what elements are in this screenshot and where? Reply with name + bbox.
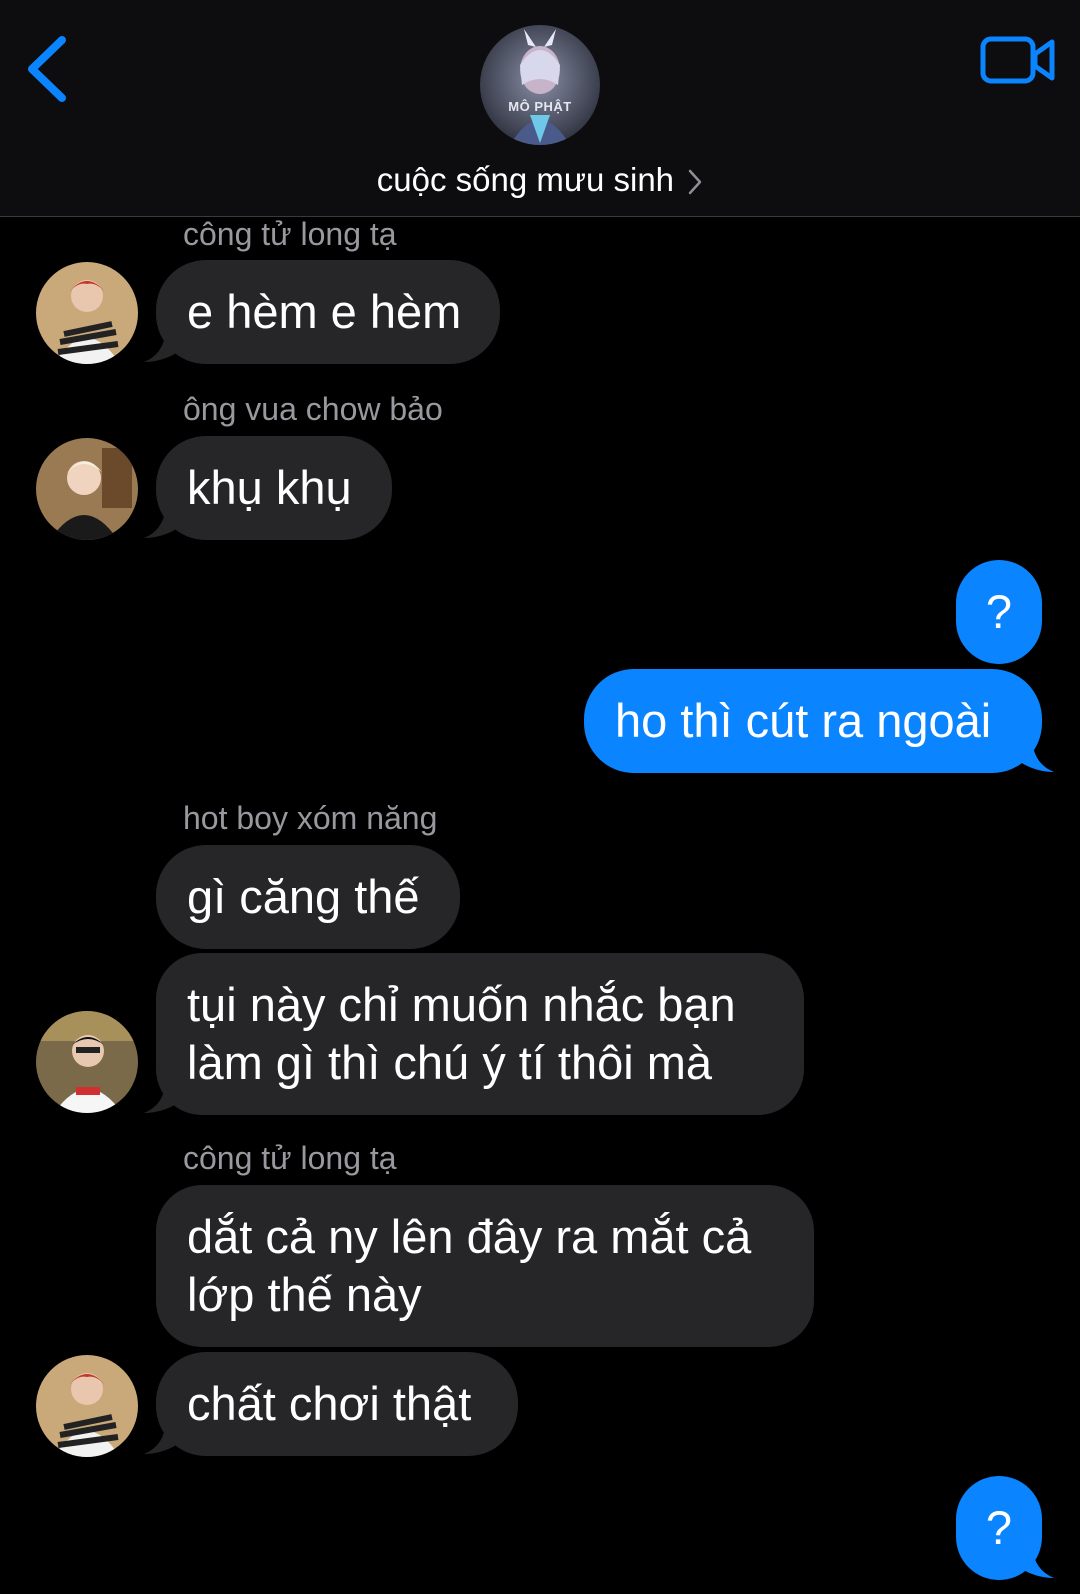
avatar[interactable] <box>36 262 138 364</box>
video-call-icon[interactable] <box>980 34 1056 86</box>
chevron-right-icon <box>688 170 702 195</box>
back-chevron-icon[interactable] <box>22 34 72 104</box>
group-avatar-watermark: MÔ PHẬT <box>508 99 572 114</box>
message-line: tụi này chỉ muốn nhắc bạn <box>187 978 736 1031</box>
group-name[interactable]: cuộc sống mưu sinh <box>0 161 1080 199</box>
bubble-tail <box>1020 740 1054 772</box>
bubble-tail <box>144 1081 178 1113</box>
avatar[interactable] <box>36 1011 138 1113</box>
bubble-tail <box>144 1422 178 1454</box>
message-bubble[interactable]: tụi này chỉ muốn nhắc bạn làm gì thì chú… <box>156 953 804 1115</box>
message-line: dắt cả ny lên đây ra mắt cả <box>187 1210 752 1263</box>
group-name-label: cuộc sống mưu sinh <box>376 161 675 198</box>
group-avatar[interactable]: MÔ PHẬT <box>480 25 600 145</box>
sender-name: ông vua chow bảo <box>183 391 443 427</box>
sender-name: công tử long tạ <box>183 1140 397 1176</box>
message-bubble[interactable]: gì căng thế <box>156 845 460 949</box>
bubble-tail <box>144 330 178 362</box>
avatar[interactable] <box>36 1355 138 1457</box>
message-bubble-outgoing[interactable]: ? <box>956 560 1042 664</box>
bubble-tail <box>1020 1546 1054 1578</box>
message-bubble-outgoing[interactable]: ho thì cút ra ngoài <box>584 669 1042 773</box>
sender-name: công tử long tạ <box>183 216 397 252</box>
conversation-header: MÔ PHẬT cuộc sống mưu sinh <box>0 0 1080 217</box>
sender-name: hot boy xóm năng <box>183 800 438 836</box>
message-line: làm gì thì chú ý tí thôi mà <box>187 1036 713 1089</box>
message-bubble[interactable]: chất chơi thật <box>156 1352 518 1456</box>
message-bubble[interactable]: e hèm e hèm <box>156 260 500 364</box>
avatar[interactable] <box>36 438 138 540</box>
bubble-tail <box>144 506 178 538</box>
message-line: lớp thế này <box>187 1268 422 1321</box>
message-bubble[interactable]: dắt cả ny lên đây ra mắt cả lớp thế này <box>156 1185 814 1347</box>
message-bubble[interactable]: khụ khụ <box>156 436 392 540</box>
group-avatar-image <box>480 25 600 145</box>
